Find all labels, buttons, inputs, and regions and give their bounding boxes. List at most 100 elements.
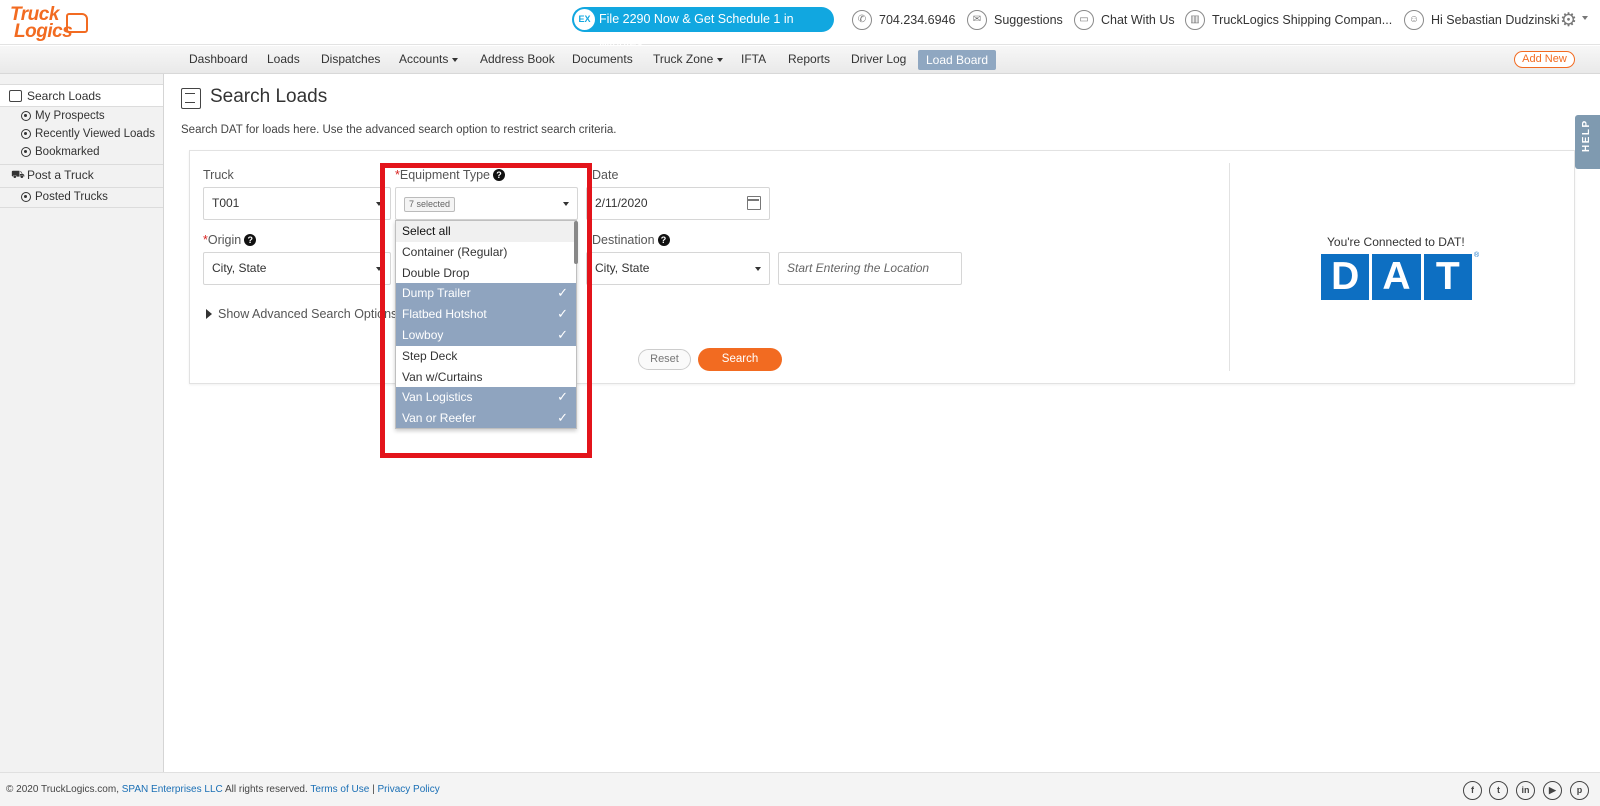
origin-select[interactable]: City, State — [203, 252, 391, 285]
suggestions-link[interactable]: ✉ Suggestions — [967, 10, 1063, 30]
calendar-icon[interactable] — [747, 196, 761, 210]
nav-ifta[interactable]: IFTA — [741, 52, 766, 66]
target-icon — [21, 129, 31, 139]
gear-icon[interactable]: ⚙ — [1560, 9, 1577, 32]
page-title: Search Loads — [210, 86, 328, 107]
truck-label: Truck — [203, 168, 234, 182]
chat-label: Chat With Us — [1101, 13, 1175, 27]
destination-placeholder: City, State — [595, 261, 650, 275]
registered-mark-icon: ® — [1474, 252, 1480, 259]
destination-select[interactable]: City, State — [586, 252, 770, 285]
linkedin-icon[interactable]: in — [1516, 781, 1535, 800]
sidebar-item-my-prospects[interactable]: My Prospects — [0, 107, 163, 125]
sidebar-item-label: Search Loads — [27, 89, 102, 103]
origin-label: *Origin? — [203, 233, 257, 247]
date-label: Date — [592, 168, 619, 182]
truck-select[interactable]: T001 — [203, 187, 391, 220]
file-2290-promo-button[interactable]: EX File 2290 Now & Get Schedule 1 in Min… — [572, 7, 834, 51]
chevron-down-icon[interactable] — [1582, 16, 1588, 20]
dat-logo: D A T — [1321, 254, 1472, 300]
trucklogics-logo[interactable]: Truck Logics — [10, 3, 90, 43]
nav-address-book[interactable]: Address Book — [480, 52, 555, 66]
envelope-icon: ✉ — [967, 10, 987, 30]
origin-label-text: Origin — [207, 233, 242, 247]
user-avatar-icon: ☺ — [1404, 10, 1424, 30]
user-greeting: Hi Sebastian Dudzinski — [1431, 13, 1560, 27]
truck-icon: ⛟ — [11, 169, 25, 181]
target-icon — [21, 192, 31, 202]
sidebar-item-post-truck[interactable]: ⛟ Post a Truck — [0, 164, 163, 187]
target-icon — [21, 111, 31, 121]
page-subtitle: Search DAT for loads here. Use the advan… — [181, 124, 617, 136]
chat-icon: ▭ — [1074, 10, 1094, 30]
sidebar-item-search-loads[interactable]: Search Loads — [0, 84, 163, 107]
reset-button[interactable]: Reset — [638, 349, 691, 370]
nav-reports[interactable]: Reports — [788, 52, 830, 66]
sidebar-item-label: My Prospects — [35, 110, 105, 122]
chat-link[interactable]: ▭ Chat With Us — [1074, 10, 1175, 30]
show-advanced-options-toggle[interactable]: Show Advanced Search Options — [206, 307, 397, 321]
sidebar-item-label: Recently Viewed Loads — [35, 128, 155, 140]
destination-label: Destination? — [592, 233, 670, 247]
company-selector[interactable]: ▥ TruckLogics Shipping Compan... — [1185, 10, 1393, 30]
panel-divider — [1229, 163, 1230, 371]
search-button[interactable]: Search — [698, 348, 782, 371]
pinterest-icon[interactable]: p — [1570, 781, 1589, 800]
sidebar-item-label: Posted Trucks — [35, 191, 108, 203]
sidebar-item-label: Bookmarked — [35, 146, 100, 158]
nav-driver-log[interactable]: Driver Log — [851, 52, 906, 66]
logo-text-line2: Logics — [14, 21, 73, 42]
facebook-icon[interactable]: f — [1463, 781, 1482, 800]
date-field[interactable]: 2/11/2020 — [586, 187, 770, 220]
nav-dispatches[interactable]: Dispatches — [321, 52, 380, 66]
destination-label-text: Destination — [592, 233, 655, 247]
company-name: TruckLogics Shipping Compan... — [1212, 13, 1393, 27]
help-question-icon[interactable]: ? — [657, 234, 670, 246]
youtube-icon[interactable]: ▶ — [1543, 781, 1562, 800]
phone-icon: ✆ — [852, 10, 872, 30]
search-list-icon — [9, 90, 22, 102]
user-menu[interactable]: ☺ Hi Sebastian Dudzinski — [1404, 10, 1560, 30]
location-placeholder: Start Entering the Location — [787, 261, 930, 275]
truck-icon — [66, 13, 88, 33]
twitter-icon[interactable]: t — [1489, 781, 1508, 800]
sidebar: Search Loads My Prospects Recently Viewe… — [0, 74, 164, 772]
location-input[interactable]: Start Entering the Location — [778, 252, 962, 285]
nav-load-board[interactable]: Load Board — [918, 50, 997, 70]
company-icon: ▥ — [1185, 10, 1205, 30]
sidebar-divider — [0, 207, 163, 208]
highlight-annotation-box — [380, 163, 592, 458]
nav-dashboard[interactable]: Dashboard — [189, 52, 248, 66]
top-bar: Truck Logics EX File 2290 Now & Get Sche… — [0, 0, 1600, 51]
nav-accounts[interactable]: Accounts — [399, 52, 458, 66]
truck-select-value: T001 — [212, 196, 240, 210]
sidebar-item-bookmarked[interactable]: Bookmarked — [0, 143, 163, 161]
help-question-icon[interactable]: ? — [244, 234, 257, 246]
phone-link[interactable]: ✆ 704.234.6946 — [852, 10, 956, 30]
target-icon — [21, 147, 31, 157]
footer-separator: | — [372, 784, 375, 795]
add-new-button[interactable]: Add New — [1514, 51, 1575, 68]
terms-of-use-link[interactable]: Terms of Use — [310, 784, 369, 795]
suggestions-label: Suggestions — [994, 13, 1063, 27]
date-value: 2/11/2020 — [595, 196, 648, 210]
search-list-icon — [181, 88, 201, 109]
efile-icon: EX — [574, 9, 595, 30]
main-nav: Dashboard Loads Dispatches Accounts Addr… — [0, 46, 1600, 74]
span-enterprises-link[interactable]: SPAN Enterprises LLC — [122, 784, 223, 795]
dat-logo-letter: A — [1372, 254, 1421, 300]
sidebar-item-recently-viewed[interactable]: Recently Viewed Loads — [0, 125, 163, 143]
privacy-policy-link[interactable]: Privacy Policy — [377, 784, 439, 795]
footer-text: © 2020 TruckLogics.com, SPAN Enterprises… — [6, 784, 440, 795]
nav-loads[interactable]: Loads — [267, 52, 300, 66]
phone-number: 704.234.6946 — [879, 13, 956, 27]
nav-truck-zone[interactable]: Truck Zone — [653, 52, 723, 66]
footer: © 2020 TruckLogics.com, SPAN Enterprises… — [0, 772, 1600, 806]
sidebar-item-posted-trucks[interactable]: Posted Trucks — [0, 188, 163, 206]
footer-rights: All rights reserved. — [224, 784, 308, 795]
dat-logo-letter: T — [1423, 254, 1472, 300]
dat-connected-caption: You're Connected to DAT! — [1327, 235, 1465, 249]
help-tab-label: HELP — [1581, 119, 1592, 152]
help-tab[interactable]: HELP — [1575, 115, 1600, 169]
nav-documents[interactable]: Documents — [572, 52, 633, 66]
